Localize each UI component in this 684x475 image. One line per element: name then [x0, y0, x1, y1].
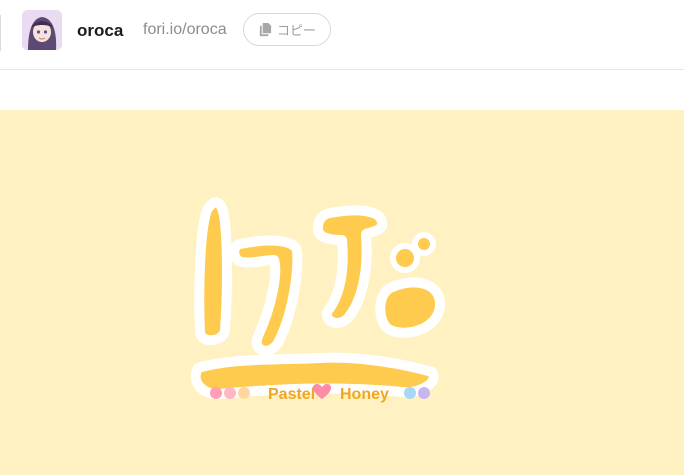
profile-url[interactable]: fori.io/oroca — [143, 21, 227, 39]
copy-button[interactable]: コピー — [243, 13, 331, 46]
pastel-honey-logo: Pastel Honey — [190, 197, 445, 403]
header-divider — [0, 69, 684, 70]
logo-subtitle-left: Pastel — [268, 386, 315, 403]
copy-label: コピー — [276, 23, 316, 38]
profile-header: oroca fori.io/oroca コピー — [0, 0, 684, 70]
username[interactable]: oroca — [77, 21, 123, 41]
logo-glyphs — [190, 197, 445, 400]
copy-icon — [259, 22, 272, 37]
avatar-image — [22, 10, 62, 50]
left-edge-divider — [0, 15, 1, 51]
profile-banner: Pastel Honey — [0, 110, 684, 475]
logo-subtitle-right: Honey — [340, 386, 389, 403]
avatar[interactable] — [22, 10, 62, 50]
